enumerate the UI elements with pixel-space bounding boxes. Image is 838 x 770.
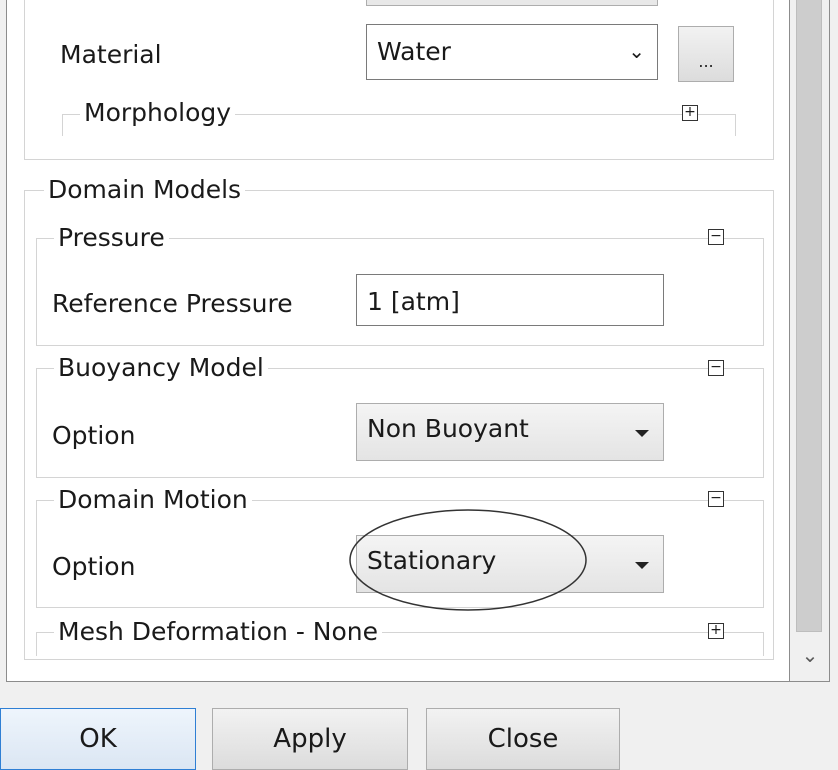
material-select[interactable]: Water ⌄ xyxy=(366,24,658,80)
material-label: Material xyxy=(60,40,162,69)
buoyancy-model-title: Buoyancy Model xyxy=(54,353,268,382)
minus-box-icon[interactable]: − xyxy=(708,229,724,245)
domain-models-title: Domain Models xyxy=(44,175,246,204)
chevron-down-icon: ⌄ xyxy=(628,39,645,63)
chevron-down-icon xyxy=(635,562,649,569)
close-button[interactable]: Close xyxy=(426,708,620,770)
reference-pressure-label: Reference Pressure xyxy=(52,289,293,318)
mesh-deformation-title: Mesh Deformation - None xyxy=(54,617,383,646)
domain-motion-option-label: Option xyxy=(52,552,136,581)
ok-button-label: OK xyxy=(79,724,117,754)
annotation-ellipse xyxy=(349,509,587,611)
minus-box-icon[interactable]: − xyxy=(708,491,724,507)
material-browse-button[interactable]: ... xyxy=(678,26,734,82)
morphology-title: Morphology xyxy=(80,98,236,127)
apply-button[interactable]: Apply xyxy=(212,708,408,770)
buoyancy-option-label: Option xyxy=(52,421,136,450)
plus-box-icon[interactable]: + xyxy=(682,105,698,121)
close-button-label: Close xyxy=(487,724,559,754)
pressure-title: Pressure xyxy=(54,223,169,252)
browse-button-label: ... xyxy=(698,52,714,71)
scroll-down-icon[interactable]: ⌄ xyxy=(798,640,822,670)
reference-pressure-input[interactable]: 1 [atm] xyxy=(356,274,664,326)
chevron-down-icon xyxy=(635,430,649,437)
reference-pressure-value: 1 [atm] xyxy=(367,287,460,316)
domain-motion-title: Domain Motion xyxy=(54,485,252,514)
ok-button[interactable]: OK xyxy=(0,708,196,770)
plus-box-icon[interactable]: + xyxy=(708,623,724,639)
apply-button-label: Apply xyxy=(273,724,347,754)
scrollbar-thumb[interactable] xyxy=(796,0,822,632)
buoyancy-option-value: Non Buoyant xyxy=(367,414,529,443)
buoyancy-option-select[interactable]: Non Buoyant xyxy=(356,403,664,461)
material-value: Water xyxy=(377,37,451,66)
previous-field-box[interactable] xyxy=(366,0,658,6)
minus-box-icon[interactable]: − xyxy=(708,360,724,376)
